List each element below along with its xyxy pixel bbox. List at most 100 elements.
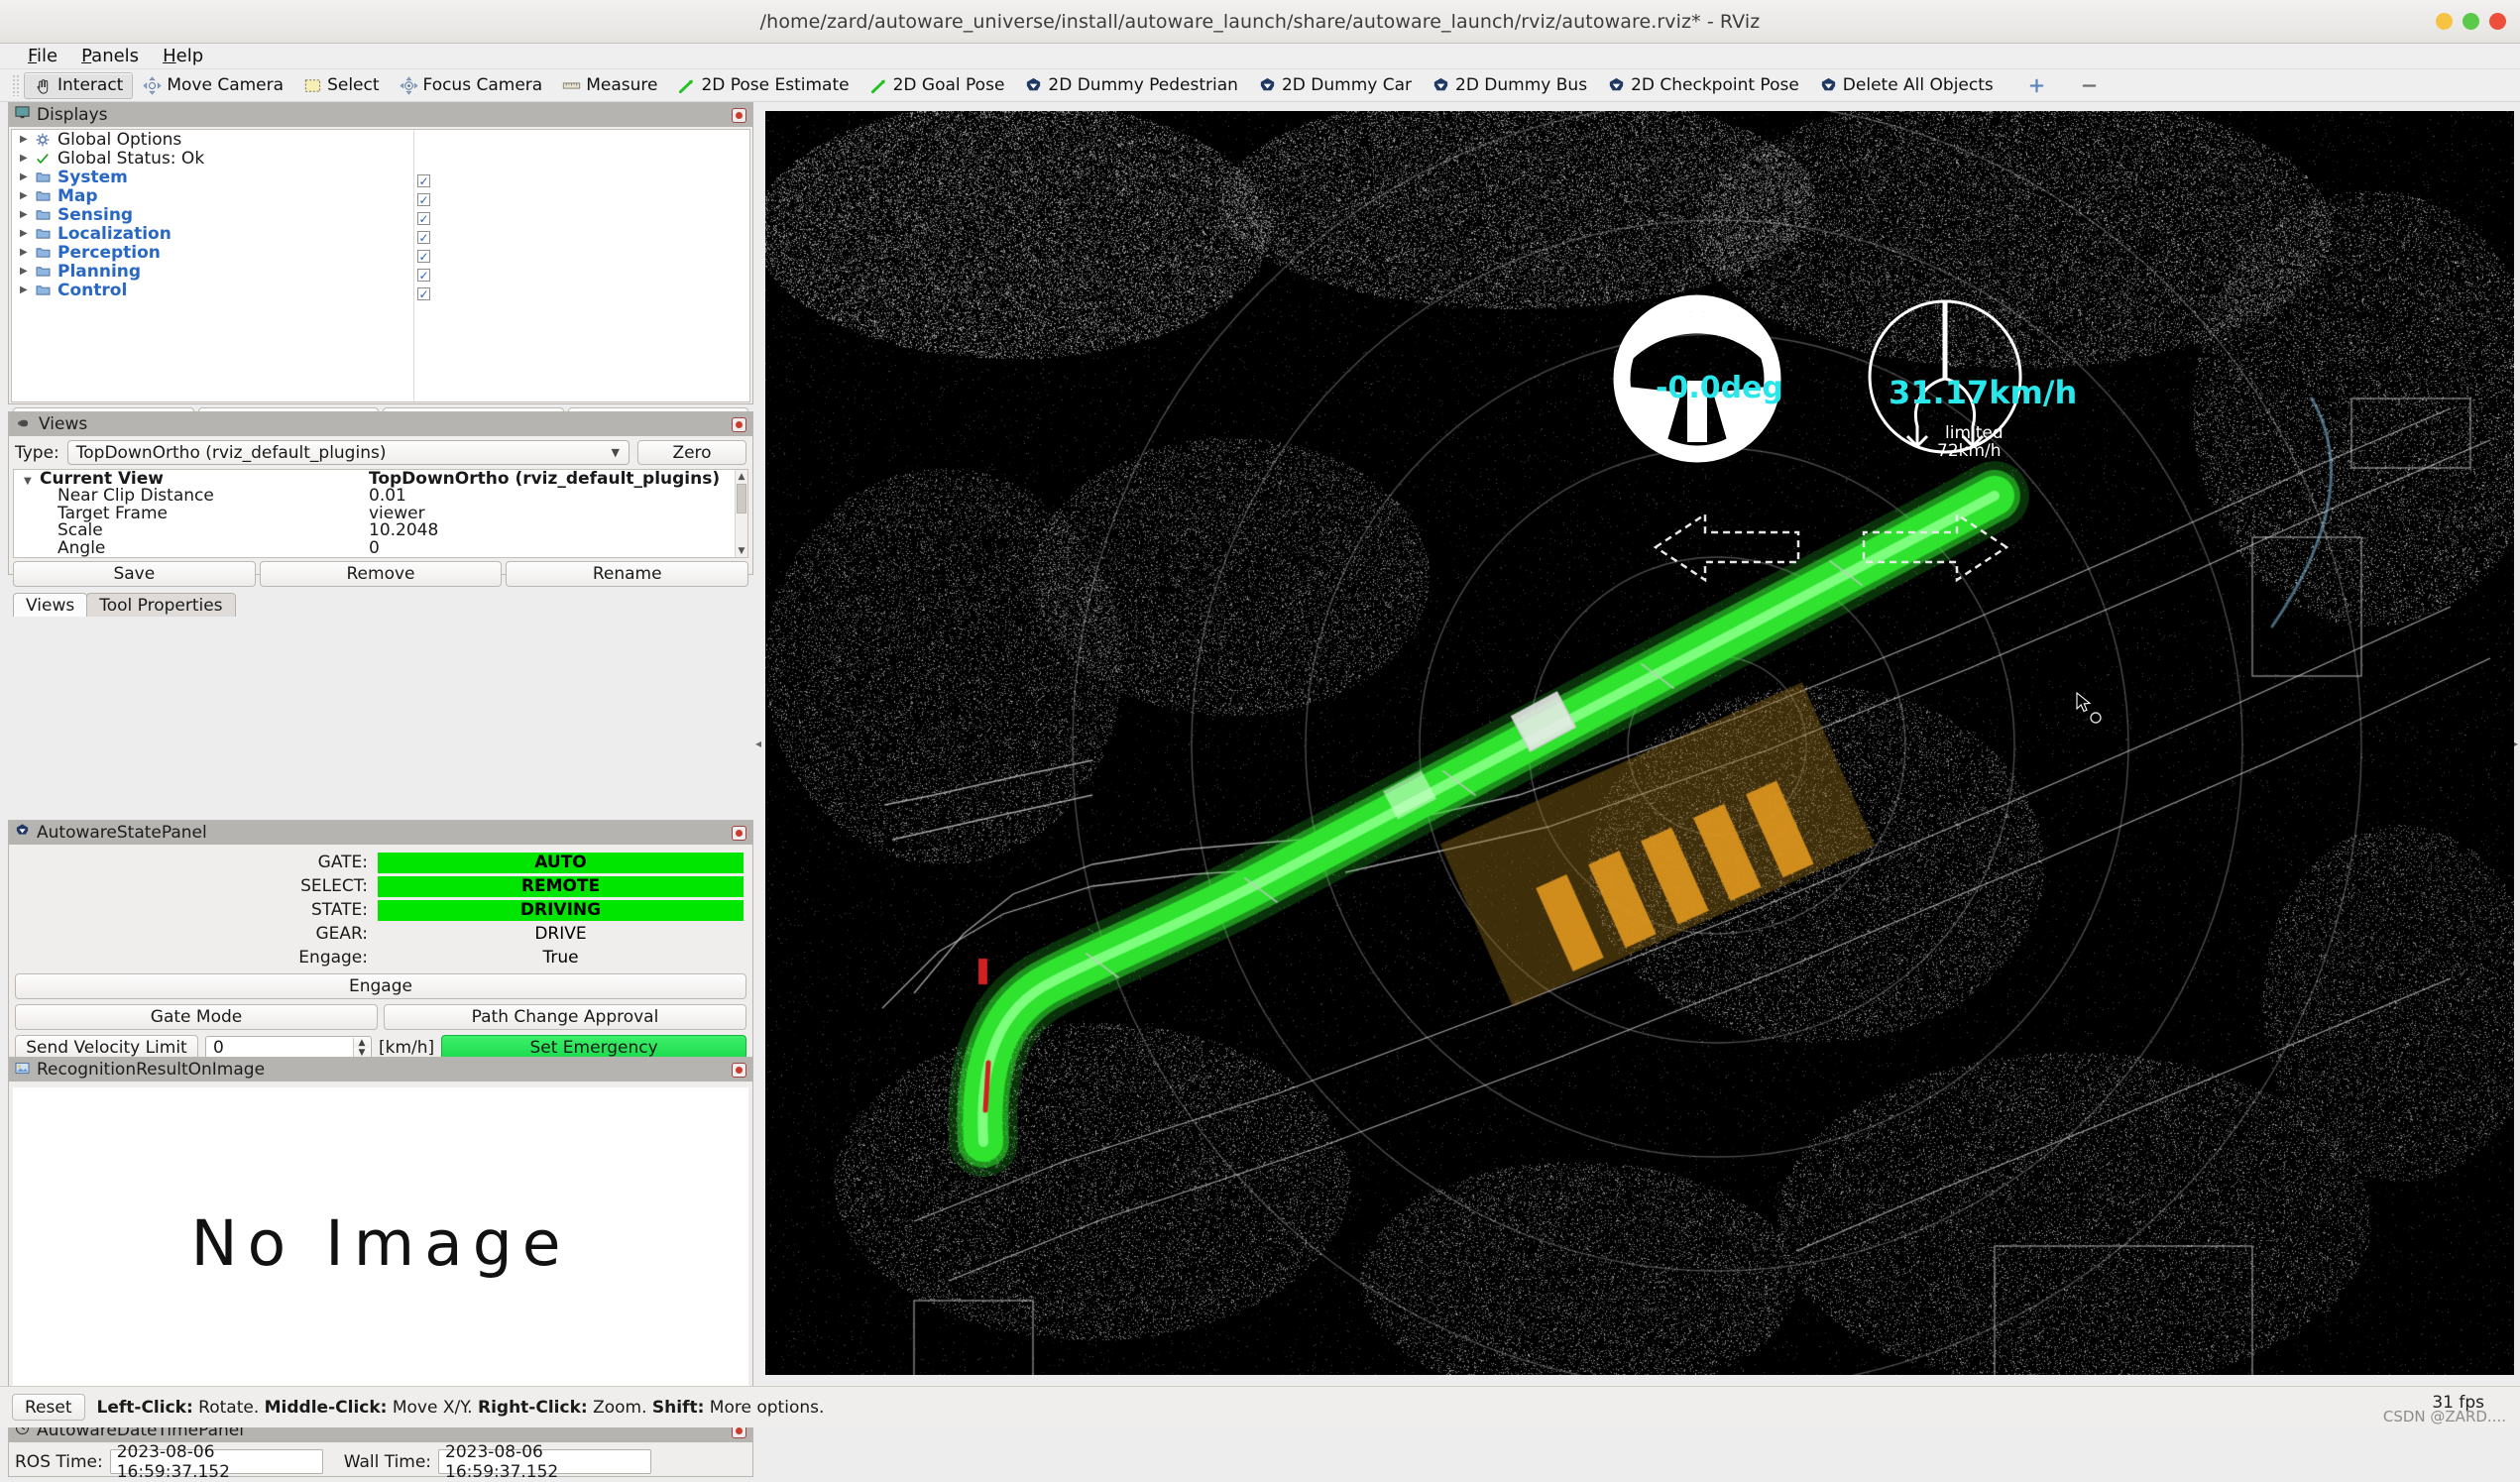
tree-item-localization[interactable]: ▶ Localization ✓: [12, 224, 749, 243]
tool-focus-camera-label: Focus Camera: [423, 75, 543, 95]
interact-ring-icon: [2089, 711, 2103, 725]
tree-item-global-status[interactable]: ▶ Global Status: Ok: [12, 149, 749, 168]
spinner-up-icon[interactable]: ▲: [354, 1038, 370, 1049]
spinner-arrows[interactable]: ▲ ▼: [353, 1038, 370, 1059]
view-property-row[interactable]: Target Frame viewer: [14, 505, 747, 522]
save-view-button[interactable]: Save: [13, 561, 256, 587]
chevron-right-icon[interactable]: ▶: [20, 228, 36, 239]
left-dock: Displays ▶ Global Options ▶ Global Statu…: [8, 102, 753, 1391]
chevron-right-icon[interactable]: ▶: [20, 171, 36, 182]
zero-button[interactable]: Zero: [637, 440, 746, 465]
chevron-right-icon[interactable]: ▶: [20, 153, 36, 164]
green-arrow-icon: [869, 76, 888, 95]
tool-remove[interactable]: [2070, 72, 2109, 99]
view-type-select[interactable]: TopDownOrtho (rviz_default_plugins) ▼: [67, 440, 630, 465]
rviz-3d-viewport[interactable]: -0.0deg 31.17km/h limited 72km/h: [765, 111, 2514, 1375]
tool-interact[interactable]: Interact: [24, 72, 133, 99]
tree-item-sensing[interactable]: ▶ Sensing ✓: [12, 205, 749, 224]
tab-tool-properties[interactable]: Tool Properties: [86, 593, 235, 617]
status-bar: Reset Left-Click: Rotate. Middle-Click: …: [0, 1386, 2520, 1427]
tree-item-checkbox[interactable]: ✓: [417, 287, 430, 300]
displays-tree[interactable]: ▶ Global Options ▶ Global Status: Ok ▶ S…: [11, 129, 750, 402]
ros-time-field[interactable]: 2023-08-06 16:59:37.152: [110, 1449, 323, 1474]
turn-signal-left-icon: [1648, 503, 1806, 592]
menu-file[interactable]: FFileile: [16, 44, 69, 68]
scroll-up-icon[interactable]: ▲: [736, 470, 747, 483]
tree-item-checkbox[interactable]: ✓: [417, 269, 430, 282]
tab-views[interactable]: Views: [13, 593, 87, 617]
chevron-right-icon[interactable]: ▶: [20, 134, 36, 145]
state-row-key: GATE:: [13, 853, 378, 872]
tool-2d-checkpoint-pose[interactable]: 2D Checkpoint Pose: [1597, 72, 1809, 99]
path-change-approval-button[interactable]: Path Change Approval: [384, 1004, 746, 1030]
state-panel-close-icon[interactable]: [732, 826, 746, 841]
move-camera-icon: [143, 76, 162, 95]
views-scrollbar[interactable]: ▲ ▼: [735, 470, 747, 557]
view-property-row[interactable]: ▼Current View TopDownOrtho (rviz_default…: [14, 470, 747, 488]
tree-item-perception[interactable]: ▶ Perception ✓: [12, 243, 749, 262]
tree-item-label: Planning: [57, 262, 141, 282]
tool-select[interactable]: Select: [293, 72, 389, 99]
scroll-thumb[interactable]: [737, 484, 746, 513]
tree-item-planning[interactable]: ▶ Planning ✓: [12, 262, 749, 281]
tool-2d-pose-estimate[interactable]: 2D Pose Estimate: [667, 72, 859, 99]
tool-2d-dummy-car[interactable]: 2D Dummy Car: [1248, 72, 1422, 99]
tool-move-camera[interactable]: Move Camera: [133, 72, 293, 99]
view-property-row[interactable]: X 2.96331: [14, 557, 747, 559]
views-property-tree[interactable]: ▼Current View TopDownOrtho (rviz_default…: [13, 469, 748, 558]
chevron-down-icon: ▼: [612, 446, 620, 459]
chevron-right-icon[interactable]: ▶: [20, 247, 36, 258]
left-dock-splitter[interactable]: ◂: [753, 111, 763, 1375]
minimize-button[interactable]: [2436, 13, 2453, 30]
tool-2d-dummy-bus[interactable]: 2D Dummy Bus: [1422, 72, 1597, 99]
tool-measure[interactable]: Measure: [552, 72, 667, 99]
tree-item-checkbox[interactable]: ✓: [417, 250, 430, 263]
tree-item-checkbox[interactable]: ✓: [417, 193, 430, 206]
hint-shift-key: Shift:: [652, 1398, 705, 1418]
interaction-hints: Left-Click: Rotate. Middle-Click: Move X…: [97, 1398, 825, 1418]
view-property-row[interactable]: Near Clip Distance 0.01: [14, 488, 747, 506]
hint-left-click-text: Rotate.: [193, 1398, 259, 1418]
tree-item-global-options[interactable]: ▶ Global Options: [12, 130, 749, 149]
tree-item-checkbox[interactable]: ✓: [417, 174, 430, 187]
tool-focus-camera[interactable]: Focus Camera: [390, 72, 553, 99]
tool-2d-goal-pose[interactable]: 2D Goal Pose: [859, 72, 1015, 99]
tree-item-checkbox[interactable]: ✓: [417, 231, 430, 244]
tree-item-system[interactable]: ▶ System ✓: [12, 168, 749, 186]
tree-item-checkbox[interactable]: ✓: [417, 212, 430, 225]
remove-view-button[interactable]: Remove: [260, 561, 503, 587]
scroll-down-icon[interactable]: ▼: [736, 544, 747, 557]
chevron-right-icon[interactable]: ▶: [20, 266, 36, 277]
chevron-right-icon[interactable]: ▶: [20, 190, 36, 201]
tool-2d-dummy-pedestrian[interactable]: 2D Dummy Pedestrian: [1014, 72, 1248, 99]
maximize-button[interactable]: [2463, 13, 2479, 30]
view-property-row[interactable]: Scale 10.2048: [14, 522, 747, 540]
tree-item-control[interactable]: ▶ Control ✓: [12, 281, 749, 299]
chevron-right-icon[interactable]: ▶: [20, 209, 36, 220]
close-button[interactable]: [2489, 13, 2506, 30]
recognition-close-icon[interactable]: [732, 1063, 746, 1078]
displays-icon: [15, 105, 30, 125]
wall-time-field[interactable]: 2023-08-06 16:59:37.152: [438, 1449, 651, 1474]
menu-help[interactable]: Help: [151, 44, 215, 68]
view-type-value: TopDownOrtho (rviz_default_plugins): [76, 443, 387, 463]
select-rect-icon: [303, 76, 322, 95]
chevron-down-icon[interactable]: ▼: [24, 476, 40, 487]
rename-view-button[interactable]: Rename: [506, 561, 748, 587]
tree-item-label: Control: [57, 281, 127, 300]
engage-button[interactable]: Engage: [15, 973, 746, 999]
gate-mode-button[interactable]: Gate Mode: [15, 1004, 378, 1030]
view-property-row[interactable]: Angle 0: [14, 539, 747, 557]
no-image-placeholder: No Image: [13, 1087, 748, 1400]
toolbar-grip[interactable]: [12, 74, 20, 96]
displays-close-icon[interactable]: [732, 108, 746, 123]
tool-add[interactable]: [2017, 72, 2056, 99]
menu-panels[interactable]: Panels: [69, 44, 151, 68]
tool-delete-all-objects[interactable]: Delete All Objects: [1809, 72, 2004, 99]
views-close-icon[interactable]: [732, 417, 746, 432]
chevron-right-icon[interactable]: ▶: [20, 285, 36, 295]
tool-2d-dummy-pedestrian-label: 2D Dummy Pedestrian: [1048, 75, 1238, 95]
reset-button[interactable]: Reset: [12, 1394, 85, 1421]
tree-item-map[interactable]: ▶ Map ✓: [12, 186, 749, 205]
view-type-label: Type:: [15, 443, 59, 463]
